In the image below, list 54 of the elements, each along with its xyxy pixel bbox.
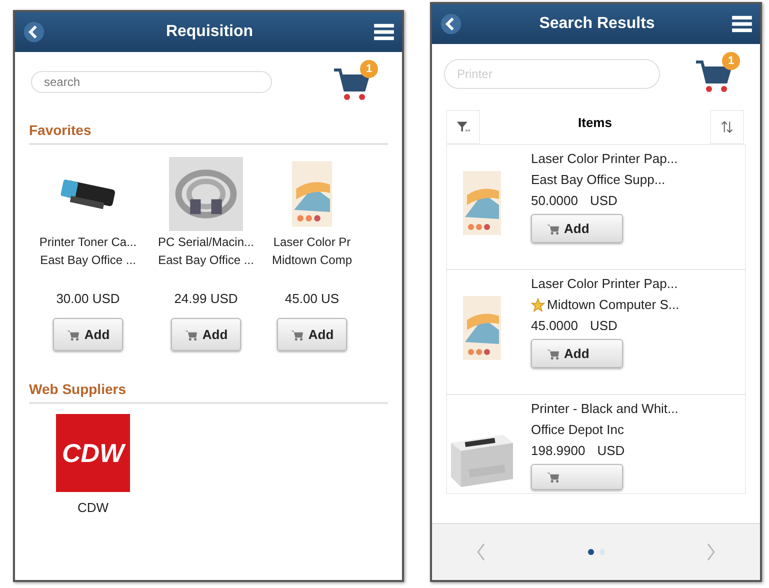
product-price: 50.0000: [531, 193, 578, 208]
cart-icon: [290, 328, 304, 340]
menu-icon[interactable]: [732, 15, 752, 33]
page-dot[interactable]: [588, 549, 594, 555]
add-button[interactable]: [531, 464, 623, 490]
cart-icon: [66, 328, 80, 340]
supplier-name: Office Depot Inc: [531, 422, 624, 437]
add-button[interactable]: Add: [53, 318, 123, 351]
back-icon[interactable]: [23, 21, 45, 43]
cart-icon[interactable]: [332, 66, 372, 102]
cart-icon: [546, 348, 560, 360]
add-button[interactable]: Add: [531, 214, 623, 243]
product-price: 45.0000: [531, 318, 578, 333]
product-price: 198.9900: [531, 443, 586, 458]
product-name: Printer Toner Ca...: [39, 235, 137, 249]
sort-icon: [720, 120, 734, 134]
cart-count-badge: 1: [360, 60, 378, 78]
product-name: Laser Color Printer Pap...: [531, 276, 679, 291]
screen-title: Requisition: [164, 23, 254, 41]
supplier-name: East Bay Office ...: [158, 253, 254, 267]
cart-icon: [546, 471, 560, 483]
supplier-name: East Bay Office Supp...: [531, 172, 666, 187]
screen-title: Search Results: [538, 15, 656, 33]
add-button[interactable]: Add: [531, 339, 623, 368]
currency: USD: [590, 193, 618, 208]
supplier-name: Midtown Computer S...: [547, 297, 680, 312]
menu-icon[interactable]: [374, 23, 394, 41]
back-icon[interactable]: [440, 13, 462, 35]
currency: USD: [597, 443, 625, 458]
supplier-logo[interactable]: CDW: [56, 414, 130, 492]
supplier-name: East Bay Office ...: [40, 253, 136, 267]
supplier-name: Midtown Comp: [272, 253, 352, 267]
filter-button[interactable]: [446, 110, 480, 144]
section-heading: Favorites: [29, 122, 92, 138]
supplier-name: CDW: [77, 500, 109, 515]
add-button[interactable]: Add: [277, 318, 347, 351]
product-name: Laser Color Printer Pap...: [531, 151, 678, 166]
product-name: Printer - Black and Whit...: [531, 401, 678, 416]
add-button[interactable]: Add: [171, 318, 241, 351]
currency: USD: [590, 318, 618, 333]
cart-icon: [546, 222, 560, 234]
product-name: PC Serial/Macin...: [158, 235, 254, 249]
sort-button[interactable]: [710, 110, 744, 144]
product-price: 30.00 USD: [56, 291, 120, 306]
cart-count-badge: 1: [722, 52, 740, 70]
cart-icon[interactable]: [694, 58, 734, 94]
search-field[interactable]: search: [31, 71, 272, 93]
product-name: Laser Color Pr: [273, 235, 351, 249]
section-heading: Web Suppliers: [29, 381, 126, 397]
filter-icon: [456, 120, 470, 134]
product-price: 24.99 USD: [174, 291, 238, 306]
product-price: 45.00 US: [284, 291, 340, 306]
cart-icon: [184, 328, 198, 340]
list-title: Items: [578, 114, 612, 130]
